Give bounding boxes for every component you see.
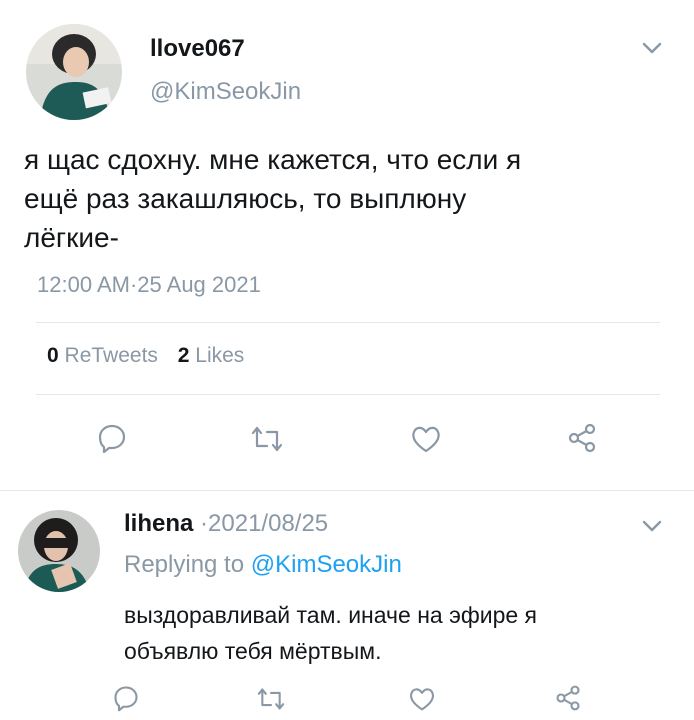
like-icon[interactable] <box>408 686 436 712</box>
replying-handle-link[interactable]: @KimSeokJin <box>251 551 402 578</box>
divider <box>36 322 660 323</box>
tweet-text: я щас сдохну. мне кажется, что если я ещ… <box>24 140 674 257</box>
retweets-count: 0 <box>47 344 59 367</box>
reply-text: выздоравливай там. иначе на эфире я объя… <box>124 597 684 669</box>
reply-icon[interactable] <box>112 684 140 712</box>
chevron-down-icon[interactable] <box>640 514 664 538</box>
retweets-stat[interactable]: 0 ReTweets <box>47 344 164 367</box>
reply-header: lihena ·2021/08/25 <box>124 510 328 538</box>
retweets-label: ReTweets <box>64 344 158 367</box>
replying-to: Replying to @KimSeokJin <box>124 551 402 579</box>
avatar[interactable] <box>18 510 100 592</box>
handle[interactable]: @KimSeokJin <box>150 78 301 106</box>
reply-date[interactable]: ·2021/08/25 <box>200 510 328 537</box>
tweet-time: 12:00 AM <box>37 272 130 297</box>
tweet-text-line: я щас сдохну. мне кажется, что если я <box>24 144 522 175</box>
reply-icon[interactable] <box>96 422 128 454</box>
divider <box>36 394 660 395</box>
likes-count: 2 <box>177 344 190 367</box>
tweet-text-line: лёгкие- <box>24 222 119 253</box>
retweet-icon[interactable] <box>256 686 286 712</box>
likes-label: Likes <box>195 344 245 367</box>
share-icon[interactable] <box>554 684 582 712</box>
engagement-stats: 0 ReTweets 2 Likes <box>47 344 244 368</box>
display-name[interactable]: lihena <box>124 510 193 537</box>
retweet-icon[interactable] <box>250 424 284 454</box>
avatar[interactable] <box>26 24 122 120</box>
tweet-date: 25 Aug 2021 <box>137 272 261 297</box>
share-icon[interactable] <box>566 422 598 454</box>
chevron-down-icon[interactable] <box>640 36 664 60</box>
divider <box>0 490 694 491</box>
replying-prefix: Replying to <box>124 551 245 578</box>
tweet-timestamp[interactable]: 12:00 AM·25 Aug 2021 <box>37 272 261 298</box>
like-icon[interactable] <box>410 424 442 454</box>
display-name[interactable]: llove067 <box>150 35 245 63</box>
reply-text-line: выздоравливай там. иначе на эфире я <box>124 602 538 628</box>
likes-stat[interactable]: 2 Likes <box>178 344 245 367</box>
tweet-text-line: ещё раз закашляюсь, то выплюну <box>24 183 467 214</box>
reply-text-line: объявлю тебя мёртвым. <box>124 638 382 664</box>
reply-date-text: 2021/08/25 <box>208 510 329 537</box>
